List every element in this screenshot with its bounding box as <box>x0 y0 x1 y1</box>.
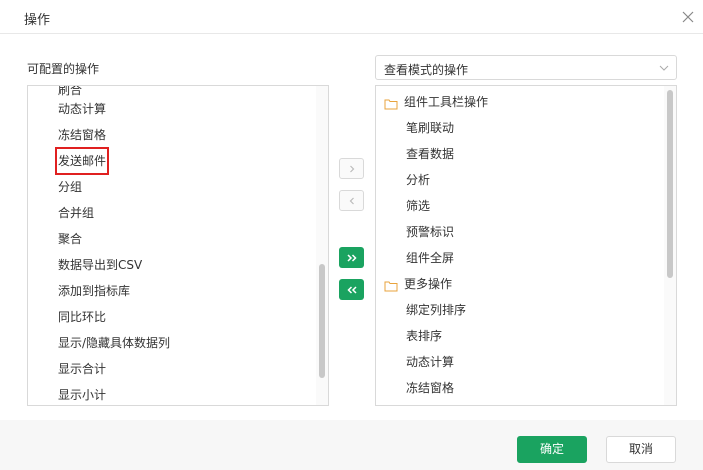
tree-item[interactable]: 组件全屏 <box>406 247 454 269</box>
list-item[interactable]: 合并组 <box>58 202 94 224</box>
tree-folder-label: 更多操作 <box>404 277 453 291</box>
tree-item[interactable]: 冻结窗格 <box>406 377 454 399</box>
tree-folder-label: 组件工具栏操作 <box>404 95 489 109</box>
list-item[interactable]: 冻结窗格 <box>58 124 106 146</box>
right-scrollbar[interactable] <box>664 86 676 405</box>
list-item[interactable]: 聚合 <box>58 228 82 250</box>
move-all-left-button[interactable] <box>339 279 364 300</box>
list-item[interactable]: 数据导出到CSV <box>58 254 142 276</box>
folder-icon <box>384 277 398 292</box>
tree-item[interactable]: 绑定列排序 <box>406 299 466 321</box>
list-item-highlighted[interactable]: 发送邮件 <box>54 147 110 175</box>
left-scrollbar-thumb[interactable] <box>319 264 325 378</box>
cancel-button[interactable]: 取消 <box>606 436 676 463</box>
dialog-footer <box>0 420 703 470</box>
move-all-right-button[interactable] <box>339 247 364 268</box>
tree-folder[interactable]: 组件工具栏操作 <box>384 91 488 113</box>
move-left-button[interactable] <box>339 190 364 211</box>
configurable-actions-label: 可配置的操作 <box>27 62 100 76</box>
ok-button[interactable]: 确定 <box>517 436 587 463</box>
mode-select-value: 查看模式的操作 <box>384 63 469 77</box>
move-right-button[interactable] <box>339 158 364 179</box>
mode-select[interactable]: 查看模式的操作 <box>375 55 677 80</box>
tree-item[interactable]: 笔刷联动 <box>406 117 454 139</box>
list-item[interactable]: 动态计算 <box>58 98 106 120</box>
list-item[interactable]: 添加到指标库 <box>58 280 130 302</box>
tree-item[interactable]: 动态计算 <box>406 351 454 373</box>
list-item[interactable]: 显示合计 <box>58 358 106 380</box>
chevron-down-icon <box>658 62 670 74</box>
tree-item[interactable]: 筛选 <box>406 195 430 217</box>
list-item[interactable]: 同比环比 <box>58 306 106 328</box>
tree-folder[interactable]: 更多操作 <box>384 273 452 295</box>
close-icon[interactable] <box>678 7 698 27</box>
mode-actions-tree: 组件工具栏操作 笔刷联动 查看数据 分析 筛选 预警标识 组件全屏 更多操作 绑… <box>375 85 677 406</box>
tree-item[interactable]: 查看数据 <box>406 143 454 165</box>
tree-item[interactable]: 表排序 <box>406 325 442 347</box>
available-actions-list: 刷合 动态计算 冻结窗格 发送邮件 分组 合并组 聚合 数据导出到CSV 添加到… <box>27 85 329 406</box>
tree-item[interactable]: 分析 <box>406 169 430 191</box>
list-item[interactable]: 显示/隐藏具体数据列 <box>58 332 170 354</box>
right-scrollbar-thumb[interactable] <box>667 90 673 278</box>
list-item[interactable]: 分组 <box>58 176 82 198</box>
dialog-title: 操作 <box>24 13 51 28</box>
left-scrollbar[interactable] <box>316 86 328 405</box>
dialog-header: 操作 <box>0 0 703 34</box>
tree-item[interactable]: 预警标识 <box>406 221 454 243</box>
folder-icon <box>384 95 398 110</box>
list-item[interactable]: 显示小计 <box>58 384 106 405</box>
